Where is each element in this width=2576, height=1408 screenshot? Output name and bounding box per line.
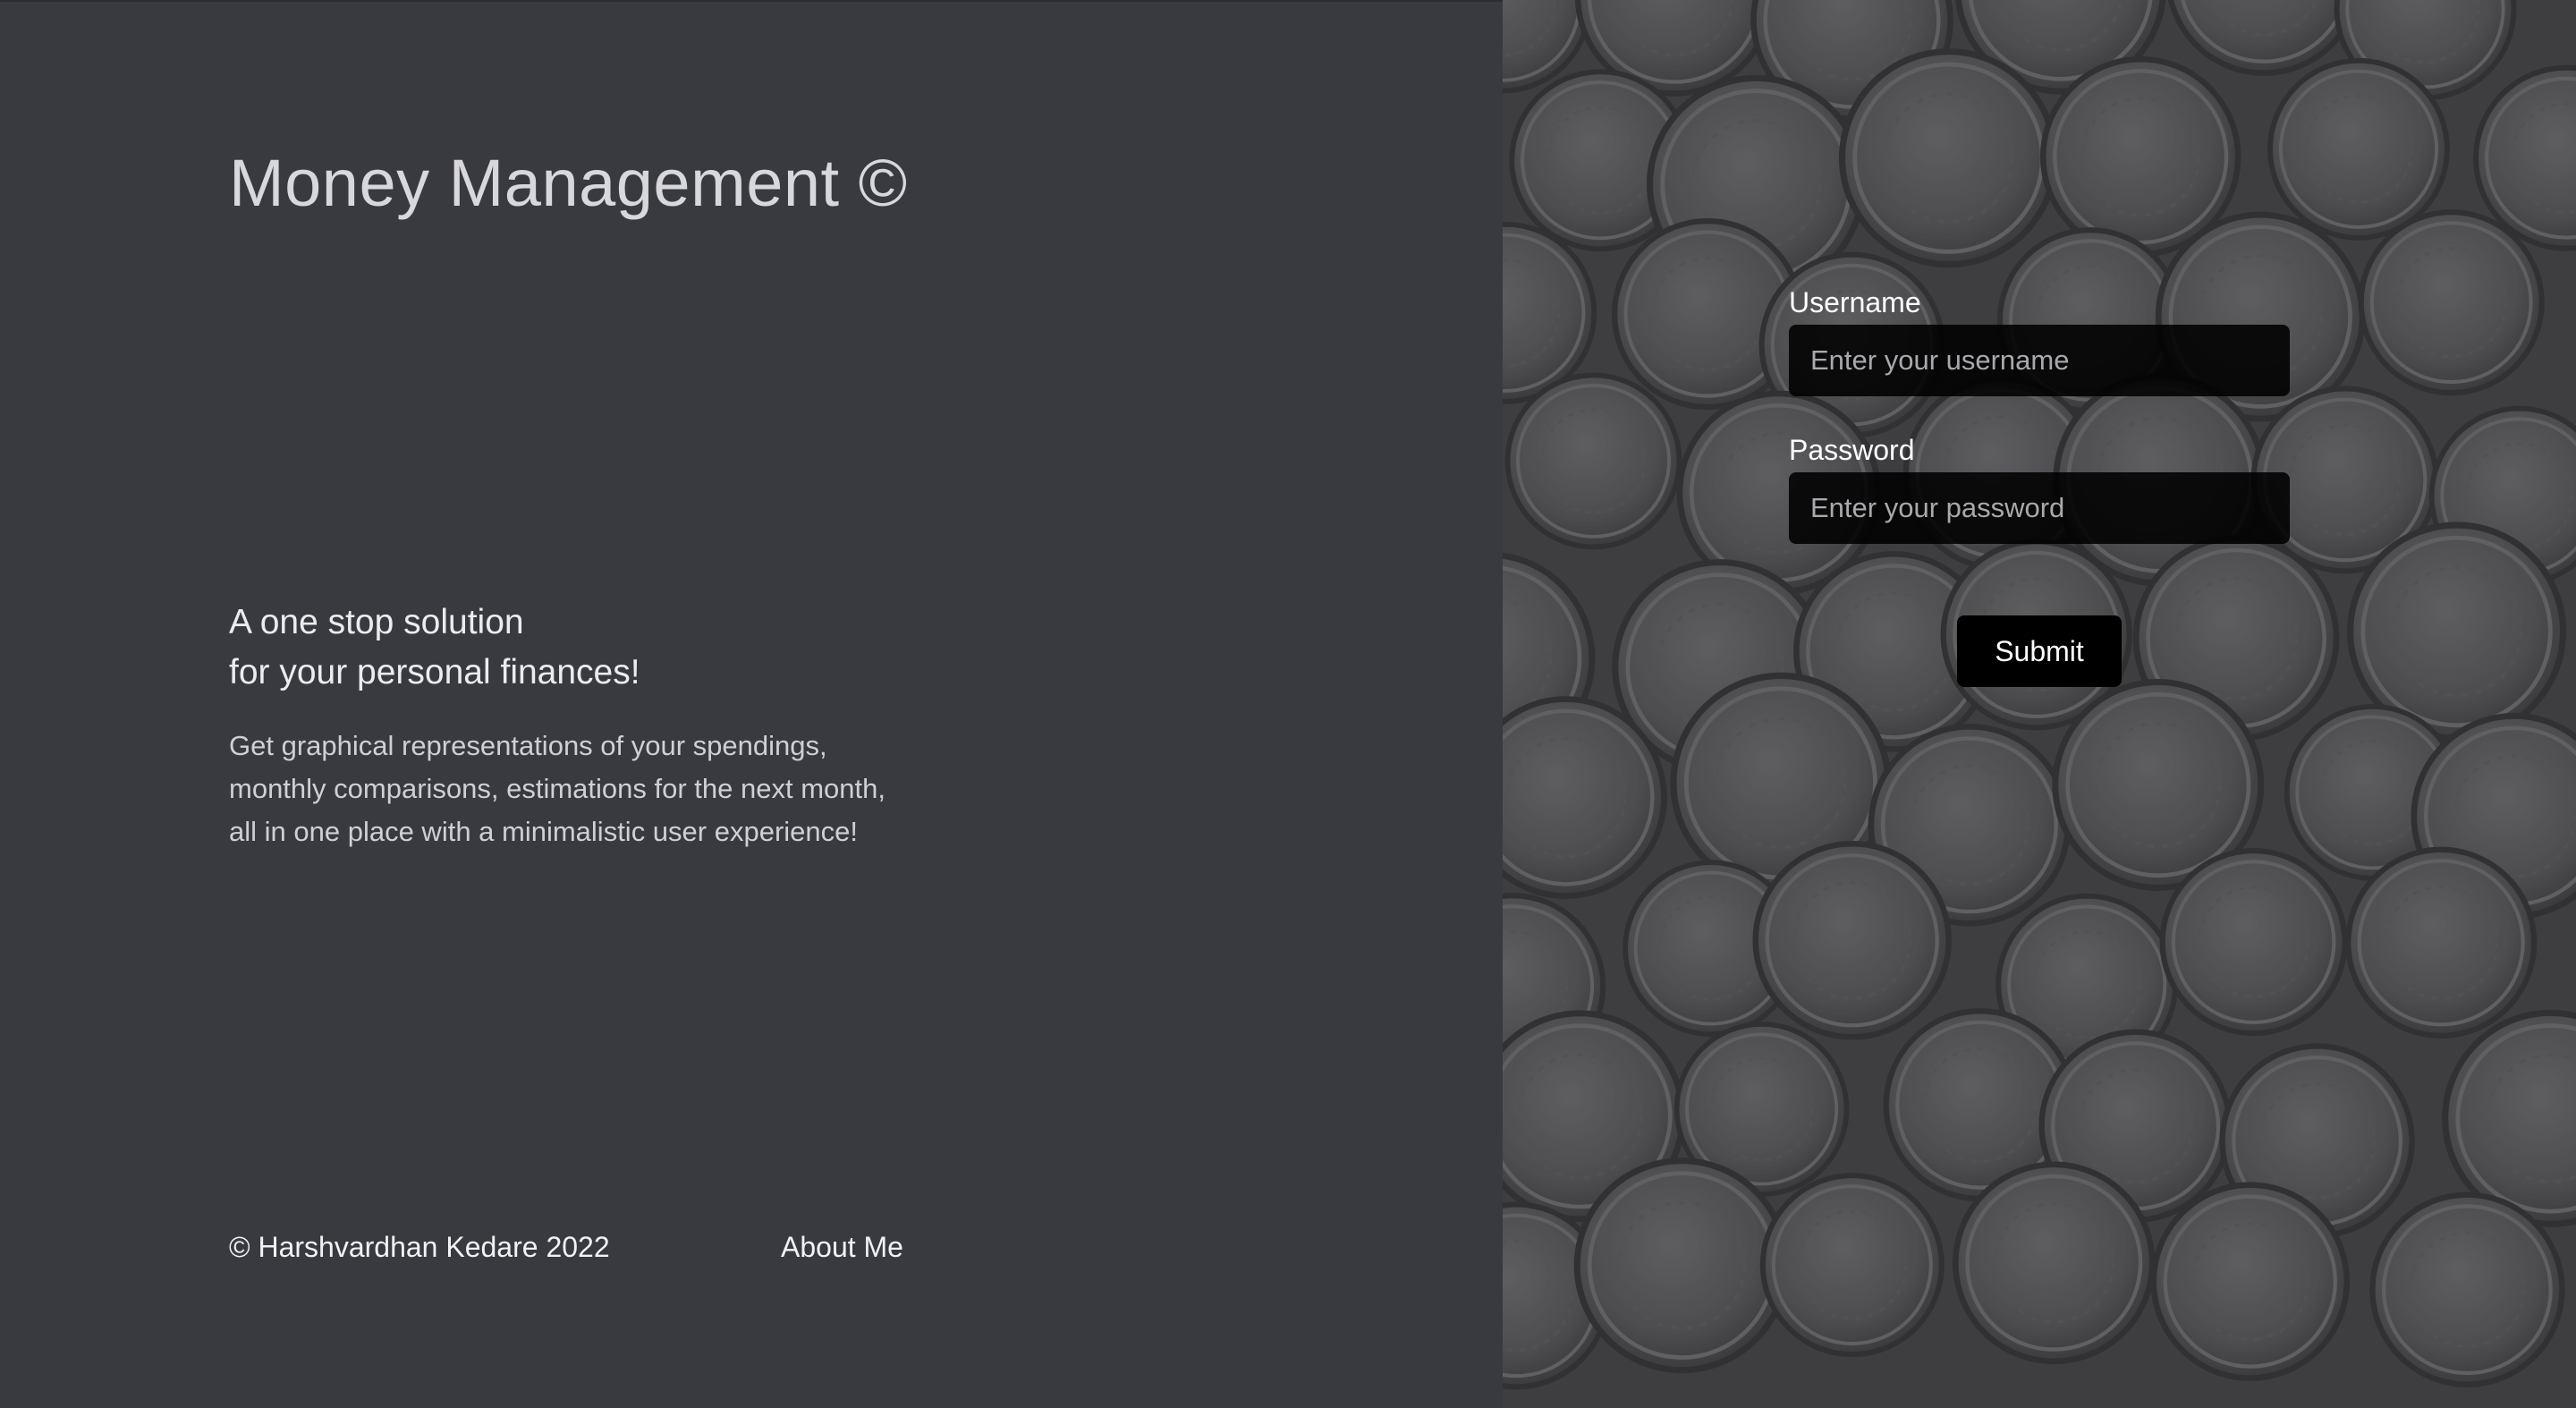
- tagline-line-1: A one stop solution: [229, 603, 524, 641]
- username-input[interactable]: [1789, 325, 2290, 396]
- password-label: Password: [1789, 434, 1915, 466]
- login-panel: Username Password Submit: [1503, 0, 2576, 1408]
- description-line-3: all in one place with a minimalistic use…: [229, 816, 858, 847]
- feature-description: Get graphical representations of your sp…: [229, 725, 998, 853]
- login-form: Username Password Submit: [1789, 286, 2290, 687]
- coins-background-image: [1503, 0, 2576, 1408]
- password-input[interactable]: [1789, 472, 2290, 544]
- submit-button[interactable]: Submit: [1957, 615, 2122, 687]
- about-me-link[interactable]: About Me: [781, 1231, 903, 1264]
- copyright-text: © Harshvardhan Kedare 2022: [229, 1231, 610, 1263]
- image-tint: [1503, 0, 2576, 1408]
- description-line-2: monthly comparisons, estimations for the…: [229, 773, 886, 804]
- username-label: Username: [1789, 286, 1921, 318]
- app-title: Money Management ©: [229, 146, 908, 220]
- username-group: Username: [1789, 286, 2290, 396]
- description-line-1: Get graphical representations of your sp…: [229, 730, 827, 761]
- password-group: Password: [1789, 434, 2290, 544]
- login-page: Money Management © A one stop solution f…: [0, 0, 2576, 1408]
- tagline-line-2: for your personal finances!: [229, 653, 640, 691]
- tagline: A one stop solution for your personal fi…: [229, 598, 640, 698]
- coin-layer: [1503, 0, 2576, 1408]
- intro-panel: Money Management © A one stop solution f…: [0, 0, 1503, 1408]
- submit-wrapper: Submit: [1789, 615, 2290, 687]
